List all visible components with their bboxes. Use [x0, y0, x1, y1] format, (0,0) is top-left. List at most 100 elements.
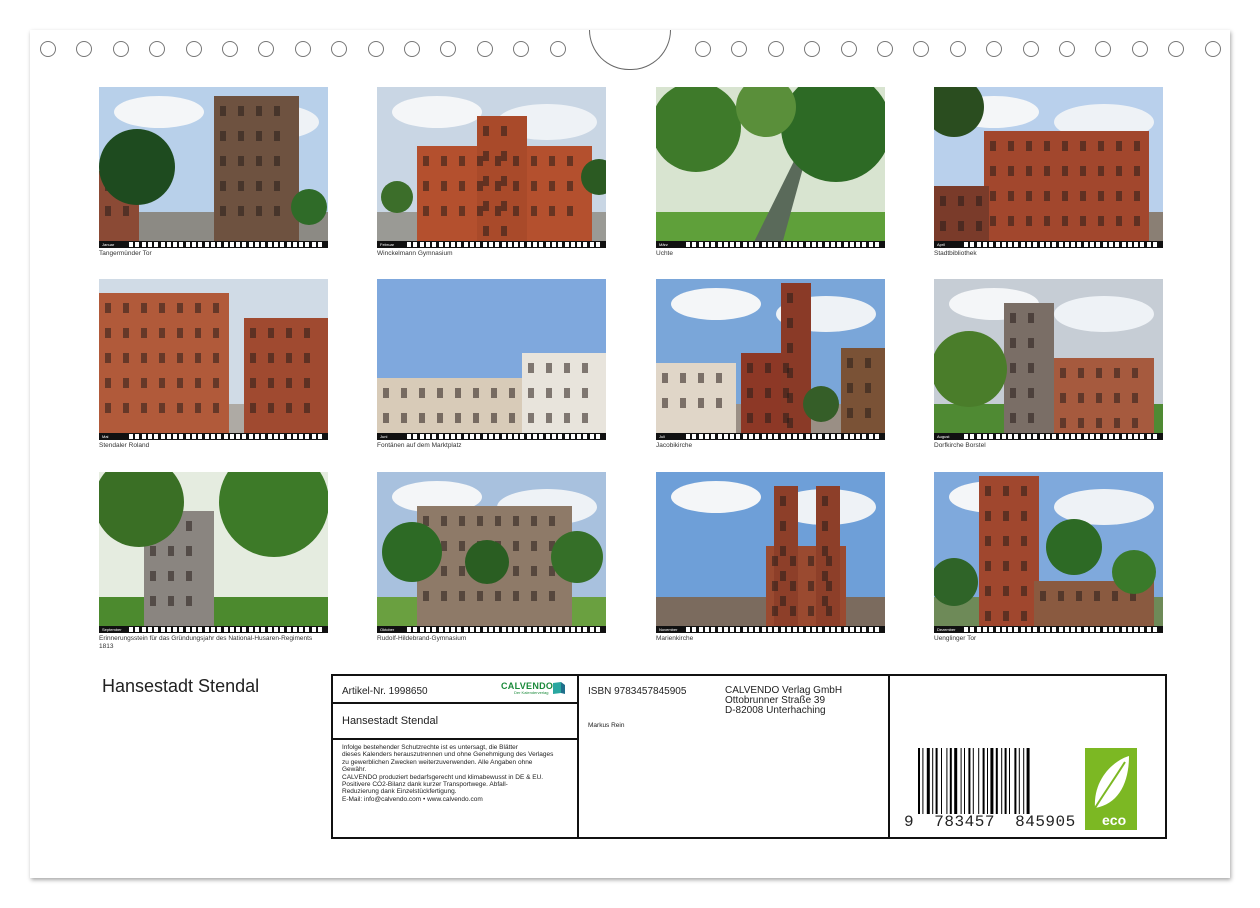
calvendo-logo-icon [552, 681, 566, 695]
photo-caption: Tangermünder Tor [99, 250, 152, 257]
barcode-number: 9 783457 845905 [904, 813, 1076, 831]
month-label: Mai [102, 434, 109, 439]
legal-line: Reduzierung dank Einzelstückfertigung. [342, 788, 457, 796]
binding-hole [40, 41, 56, 57]
photo-caption: Stadtbibliothek [934, 250, 977, 257]
legal-notice: Infolge bestehender Schutzrechte ist es … [342, 744, 576, 803]
photo-caption: Dorfkirche Borstel [934, 442, 986, 449]
binding-hole [1131, 41, 1148, 57]
calendar-day-strip [656, 433, 885, 440]
month-label: Januar [102, 242, 115, 247]
photo-caption: Uchte [656, 250, 673, 257]
binding-hole [440, 41, 457, 57]
product-title: Hansestadt Stendal [342, 715, 439, 727]
binding-hole [549, 41, 566, 57]
binding-hole [476, 41, 493, 57]
binding-hole [695, 41, 711, 57]
binding-hole [731, 41, 748, 57]
binding-hole [513, 41, 530, 57]
binding-hole [222, 41, 238, 57]
calendar-day-strip [99, 626, 328, 633]
binding-hole [804, 41, 821, 57]
month-photo: November [656, 472, 885, 633]
month-label: Oktober [380, 627, 395, 632]
calendar-day-strip [656, 241, 885, 248]
month-label: August [937, 434, 950, 439]
month-photo: Oktober [377, 472, 606, 633]
binding-hole [185, 41, 202, 57]
calendar-day-strip [377, 626, 606, 633]
month-label: April [937, 242, 946, 247]
photo-caption: Rudolf-Hildebrand-Gymnasium [377, 635, 467, 642]
month-photo: Mai [99, 279, 328, 440]
binding-hole [949, 41, 966, 57]
calendar-day-strip [934, 433, 1163, 440]
binding-hole [1059, 41, 1075, 57]
divider [888, 675, 890, 838]
month-photo: September [99, 472, 328, 633]
legal-line: CALVENDO produziert bedarfsgerecht und k… [342, 773, 544, 781]
photo-caption: Jacobikirche [656, 442, 693, 449]
calendar-day-strip [656, 626, 885, 633]
month-photo: Januar [99, 87, 328, 248]
binding-hole [258, 41, 275, 57]
photo-caption: Fontänen auf dem Marktplatz [377, 442, 462, 449]
month-photo: Juli [656, 279, 885, 440]
binding-hole [840, 41, 857, 57]
author: Markus Rein [588, 722, 625, 729]
calendar-day-strip [377, 433, 606, 440]
publisher-line: D-82008 Unterhaching [725, 705, 826, 716]
binding-hole [76, 41, 93, 57]
article-number: Artikel-Nr. 1998650 [342, 686, 428, 697]
month-photo: April [934, 87, 1163, 248]
photo-caption: Marienkirche [656, 635, 694, 642]
binding-hole [404, 41, 420, 57]
binding-hole [1204, 41, 1221, 57]
legal-line: Gewähr. [342, 766, 367, 774]
binding-hole [1168, 41, 1185, 57]
binding-hole [1022, 41, 1039, 57]
month-photo: Februar [377, 87, 606, 248]
publisher-address: CALVENDO Verlag GmbH Ottobrunner Straße 3… [725, 686, 842, 716]
legal-line: Positivere CO2-Bilanz dank kurzer Transp… [342, 781, 508, 789]
month-label: November [659, 627, 678, 632]
month-label: September [102, 627, 122, 632]
binding-hole [986, 41, 1003, 57]
calendar-day-strip [934, 241, 1163, 248]
divider [332, 738, 578, 740]
month-photo: Dezember [934, 472, 1163, 633]
calendar-day-strip [934, 626, 1163, 633]
calvendo-tagline: Der Kalenderverlag [514, 690, 549, 695]
eco-label: eco [1102, 812, 1127, 828]
binding-hole [767, 41, 784, 57]
photo-caption: Uenglinger Tor [934, 635, 977, 642]
legal-line: Infolge bestehender Schutzrechte ist es … [342, 744, 518, 751]
calendar-day-strip [99, 433, 328, 440]
binding-hole [913, 41, 930, 57]
divider [332, 702, 578, 704]
photo-caption: Erinnerungsstein für das Gründungsjahr d… [99, 635, 313, 650]
month-label: Juli [659, 434, 666, 439]
binding-hole [149, 41, 166, 57]
binding-hole [1095, 41, 1112, 57]
binding-holes [0, 0, 1260, 70]
month-photo: Juni [377, 279, 606, 440]
binding-hole [294, 41, 311, 57]
calendar-day-strip [99, 241, 328, 248]
photo-caption: Stendaler Roland [99, 442, 150, 449]
legal-line: E-Mail: info@calvendo.com • www.calvendo… [342, 795, 483, 803]
binding-hole [367, 41, 384, 57]
photo-caption: Winckelmann Gymnasium [377, 250, 453, 257]
calendar-title: Hansestadt Stendal [102, 676, 260, 696]
month-label: Juni [380, 434, 388, 439]
month-photo: August [934, 279, 1163, 440]
month-photo: März [656, 87, 885, 248]
legal-line: zu gewerblichen Zwecken weiterzuverwende… [342, 758, 533, 766]
binding-hole [112, 41, 129, 57]
binding-hole [331, 41, 348, 57]
legal-line: dieses Kalenders herauszutrennen und ohn… [342, 751, 554, 759]
divider [577, 675, 579, 838]
binding-hole [877, 41, 893, 57]
month-label: Dezember [937, 627, 956, 632]
isbn: ISBN 9783457845905 [588, 686, 687, 697]
